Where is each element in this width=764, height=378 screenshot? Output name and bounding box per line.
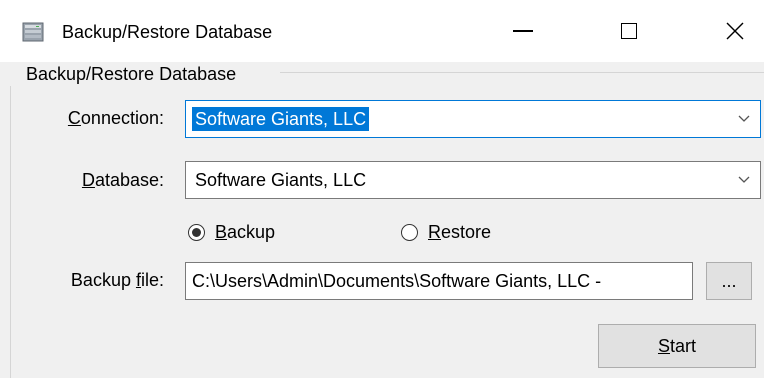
window-title: Backup/Restore Database — [62, 22, 273, 42]
connection-label: Connection: — [67, 108, 164, 128]
backup-radio[interactable]: Backup — [188, 222, 275, 243]
backup-file-value: C:\Users\Admin\Documents\Software Giants… — [192, 271, 602, 291]
backup-file-label: Backup file: — [70, 270, 164, 290]
restore-radio[interactable]: Restore — [401, 222, 491, 243]
minimize-button[interactable] — [492, 0, 554, 62]
radio-checked-icon — [188, 224, 205, 241]
minimize-icon — [513, 30, 533, 32]
chevron-down-icon — [738, 176, 750, 183]
browse-button[interactable]: ... — [706, 262, 752, 300]
start-button[interactable]: Start — [598, 324, 756, 368]
database-backup-icon — [22, 22, 44, 42]
group-title: Backup/Restore Database — [26, 64, 237, 84]
maximize-button[interactable] — [598, 0, 660, 62]
maximize-icon — [621, 23, 637, 39]
database-value: Software Giants, LLC — [195, 170, 367, 190]
close-icon — [726, 22, 744, 40]
database-label: Database: — [81, 170, 164, 190]
chevron-down-icon — [738, 115, 750, 122]
backup-radio-label: Backup — [215, 222, 276, 242]
connection-value: Software Giants, LLC — [192, 107, 370, 131]
backup-file-input[interactable]: C:\Users\Admin\Documents\Software Giants… — [185, 262, 693, 300]
backup-restore-window: Backup/Restore Database Backup/Restore D… — [0, 0, 764, 378]
database-combobox[interactable]: Software Giants, LLC — [185, 161, 761, 199]
connection-combobox[interactable]: Software Giants, LLC — [185, 100, 761, 138]
title-bar: Backup/Restore Database — [0, 0, 764, 62]
close-button[interactable] — [704, 0, 764, 62]
restore-radio-label: Restore — [428, 222, 492, 242]
radio-unchecked-icon — [401, 224, 418, 241]
